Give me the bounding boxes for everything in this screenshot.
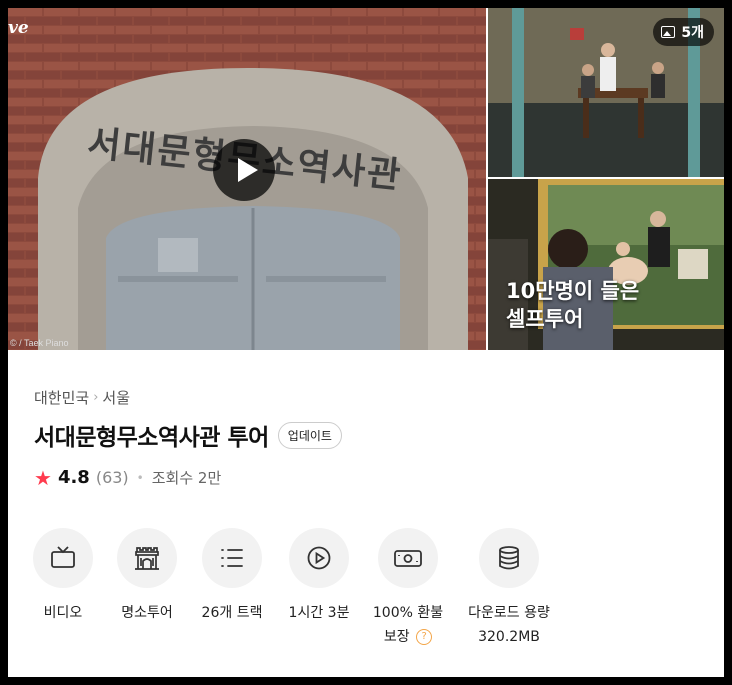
update-badge: 업데이트 xyxy=(277,421,342,449)
play-video-button[interactable] xyxy=(213,139,275,201)
download-size: 320.2MB xyxy=(478,629,540,645)
help-icon[interactable]: ? xyxy=(416,629,433,645)
main-video-thumbnail[interactable]: 서대문형무소역사관 ve © / Taek Piano xyxy=(8,8,486,350)
breadcrumb: 대한민국 › 서울 xyxy=(34,387,130,408)
rating-row: ★ 4.8 (63) • 조회수 2만 xyxy=(34,467,221,488)
photo-gallery: 서대문형무소역사관 ve © / Taek Piano xyxy=(8,8,724,350)
photo-credit: © / Taek Piano xyxy=(10,338,69,348)
play-circle-icon xyxy=(289,528,349,588)
breadcrumb-country[interactable]: 대한민국 xyxy=(34,387,89,408)
refund-line-1: 100% 환불 xyxy=(372,605,444,621)
promo-line-1: 10만명이 들은 xyxy=(506,279,640,303)
photo-count-badge[interactable]: 5개 xyxy=(653,18,714,46)
download-label: 다운로드 용량 xyxy=(468,605,550,621)
review-count[interactable]: (63) xyxy=(96,468,129,487)
feature-download-size: 다운로드 용량 320.2MB xyxy=(454,528,564,649)
feature-label: 다운로드 용량 320.2MB xyxy=(454,601,564,649)
list-icon xyxy=(202,528,262,588)
refund-line-2: 보장 ? xyxy=(353,625,463,649)
view-count: 조회수 2만 xyxy=(151,469,222,487)
photo-count-label: 5개 xyxy=(681,25,704,41)
database-icon xyxy=(479,528,539,588)
feature-label: 100% 환불 보장 ? xyxy=(353,601,463,649)
title-row: 서대문형무소역사관 투어 업데이트 xyxy=(34,418,342,452)
star-icon: ★ xyxy=(34,465,52,490)
promo-text: 10만명이 들은 셀프투어 xyxy=(506,277,716,333)
breadcrumb-city[interactable]: 서울 xyxy=(102,387,130,408)
exhibit-thumbnail[interactable]: 5개 xyxy=(488,8,724,177)
page-title: 서대문형무소역사관 투어 xyxy=(34,425,269,451)
brand-logo: ve xyxy=(8,18,29,38)
product-page: 서대문형무소역사관 ve © / Taek Piano xyxy=(8,8,724,677)
separator-dot: • xyxy=(136,470,144,485)
feature-refund: 100% 환불 보장 ? xyxy=(353,528,463,649)
tv-icon xyxy=(33,528,93,588)
promo-line-2: 셀프투어 xyxy=(506,307,584,331)
refund-guarantee: 보장 xyxy=(383,629,410,645)
chevron-right-icon: › xyxy=(93,390,99,405)
promo-thumbnail[interactable]: 10만명이 들은 셀프투어 xyxy=(488,179,724,350)
landmark-icon xyxy=(117,528,177,588)
rating-score: 4.8 xyxy=(57,467,90,488)
image-icon xyxy=(661,26,676,38)
money-icon xyxy=(378,528,438,588)
